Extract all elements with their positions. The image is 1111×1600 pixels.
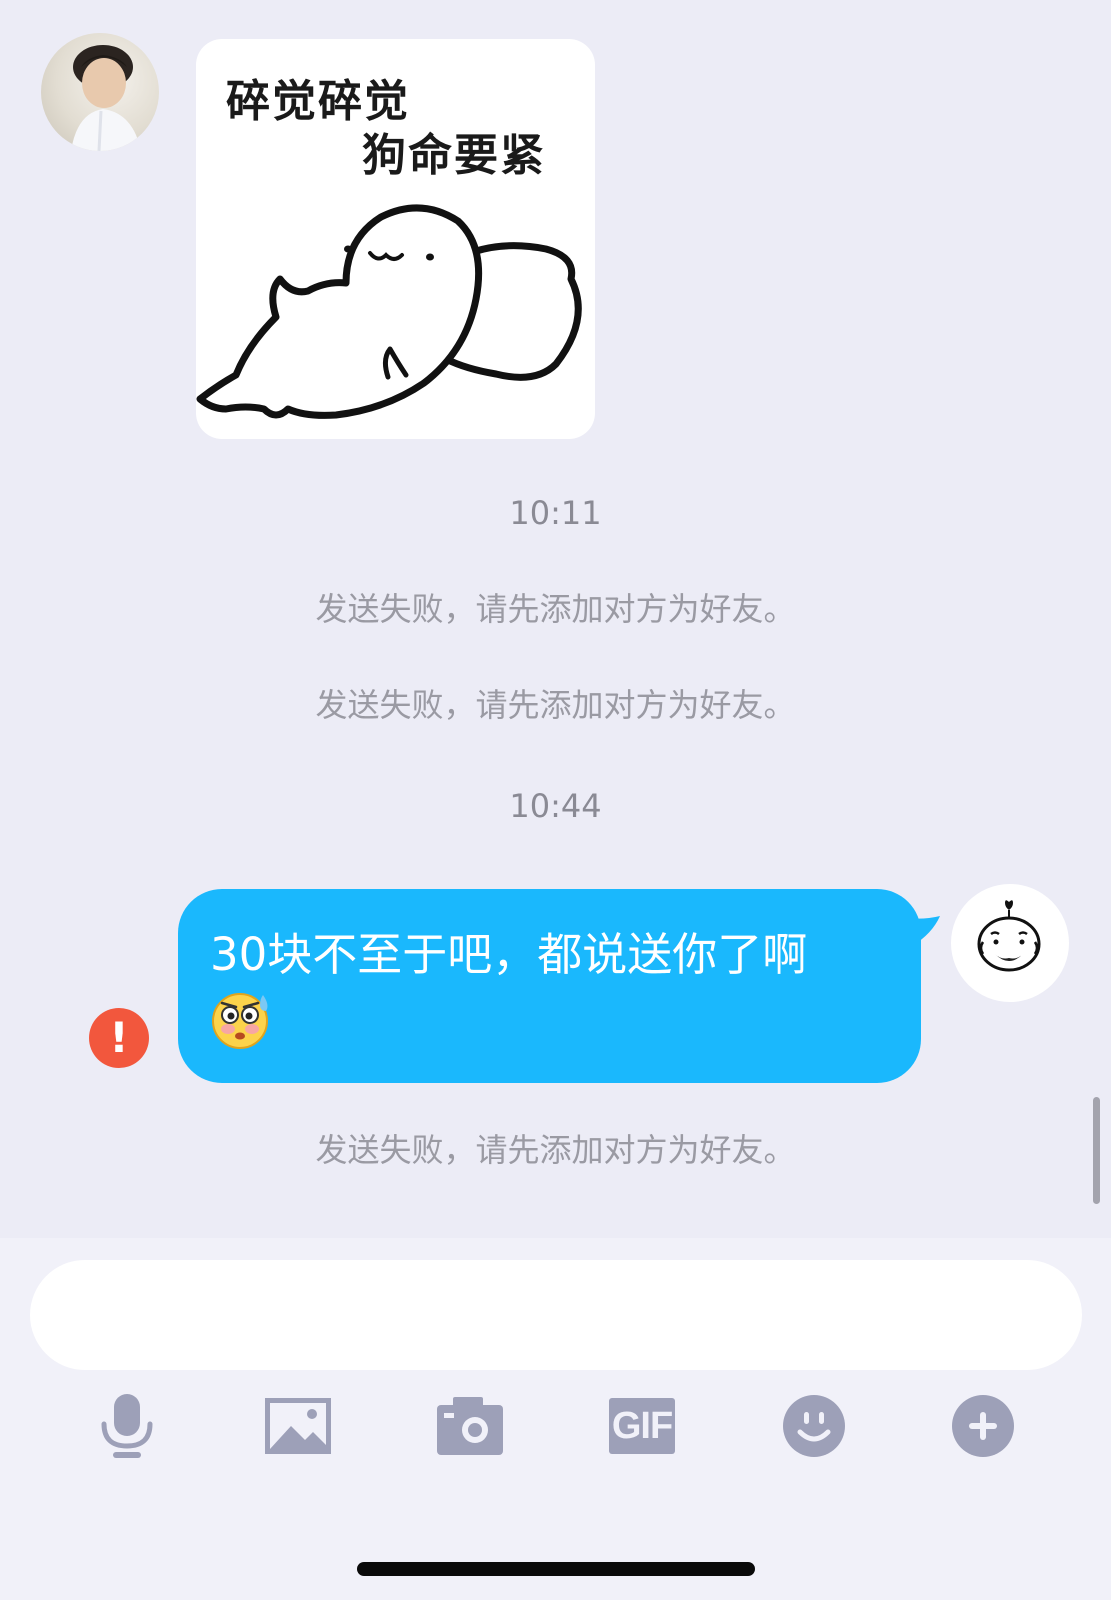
camera-button[interactable] xyxy=(430,1386,510,1466)
input-panel: GIF xyxy=(0,1238,1111,1600)
contact-avatar[interactable] xyxy=(41,33,159,151)
chat-area[interactable]: 碎觉碎觉 狗命要紧 10:11 发送失败，请先添加对方为好友。 发送失败，请先添… xyxy=(0,0,1111,1238)
image-button[interactable] xyxy=(258,1386,338,1466)
flushed-sweat-emoji-icon xyxy=(212,993,268,1049)
image-icon xyxy=(265,1398,331,1454)
send-failed-notice: 发送失败，请先添加对方为好友。 xyxy=(315,1131,796,1169)
timestamp: 10:11 xyxy=(509,494,602,532)
voice-button[interactable] xyxy=(87,1386,167,1466)
send-failed-notice: 发送失败，请先添加对方为好友。 xyxy=(315,686,796,724)
sticker-message[interactable]: 碎觉碎觉 狗命要紧 xyxy=(196,39,595,439)
home-indicator[interactable] xyxy=(357,1562,755,1576)
outgoing-message-bubble[interactable]: 30块不至于吧，都说送你了啊 xyxy=(178,889,921,1083)
plus-icon xyxy=(952,1395,1014,1457)
message-input[interactable] xyxy=(30,1260,1082,1370)
emoji-button[interactable] xyxy=(774,1386,854,1466)
emoji-icon xyxy=(783,1395,845,1457)
more-button[interactable] xyxy=(943,1386,1023,1466)
outgoing-message-text: 30块不至于吧，都说送你了啊 xyxy=(210,928,808,981)
sleeping-blob-sticker xyxy=(196,204,582,419)
send-failed-notice: 发送失败，请先添加对方为好友。 xyxy=(315,590,796,628)
camera-icon xyxy=(437,1397,503,1455)
my-avatar[interactable] xyxy=(951,884,1069,1002)
gif-button[interactable]: GIF xyxy=(602,1386,682,1466)
chat-scrollbar[interactable] xyxy=(1093,1097,1100,1204)
microphone-icon xyxy=(101,1394,153,1458)
gif-icon: GIF xyxy=(609,1398,675,1454)
send-failed-icon[interactable]: ! xyxy=(89,1008,149,1068)
timestamp: 10:44 xyxy=(509,787,602,825)
